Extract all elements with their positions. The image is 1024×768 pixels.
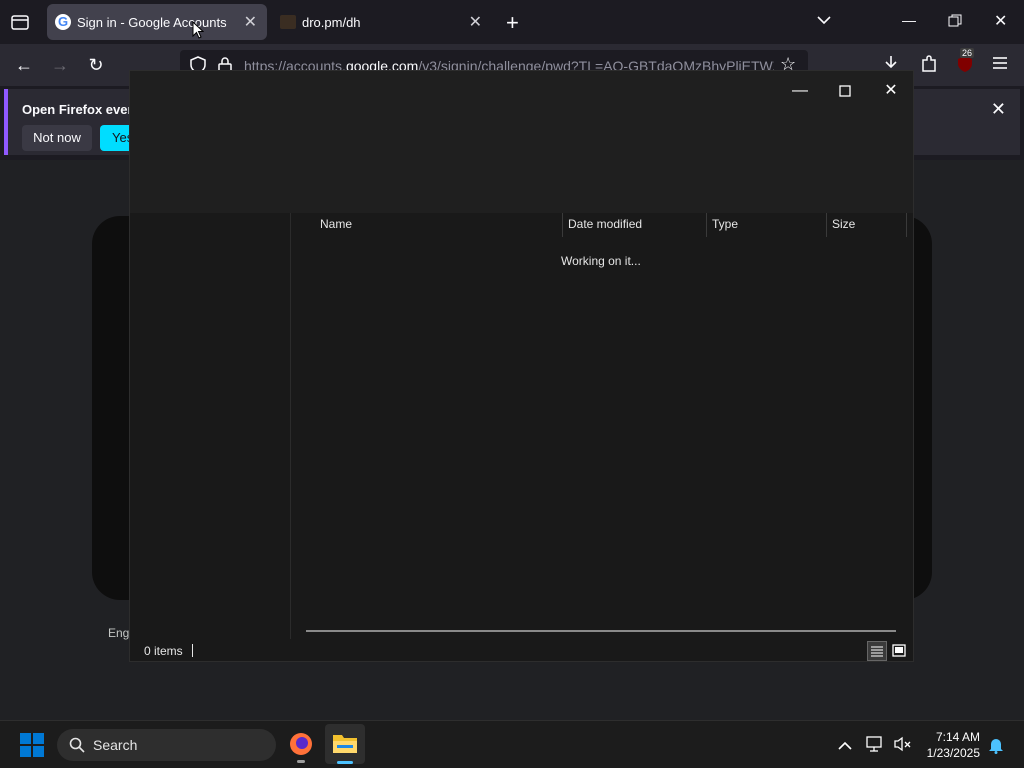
show-hidden-icons-chevron-icon[interactable] bbox=[838, 738, 852, 756]
google-favicon-icon bbox=[55, 14, 71, 30]
details-view-icon[interactable] bbox=[867, 641, 887, 661]
item-count-text: 0 items bbox=[144, 644, 183, 658]
back-arrow-icon[interactable]: ← bbox=[13, 54, 35, 76]
reload-icon[interactable]: ↻ bbox=[85, 54, 107, 76]
mouse-cursor-icon bbox=[192, 20, 205, 44]
column-header-type[interactable]: Type bbox=[712, 217, 738, 231]
restore-window-icon[interactable] bbox=[948, 14, 962, 33]
clock-date: 1/23/2025 bbox=[926, 746, 980, 760]
tab-list-icon[interactable] bbox=[10, 12, 30, 32]
extension-badge: 26 bbox=[960, 48, 975, 58]
taskbar-search-box[interactable]: Search bbox=[57, 729, 276, 761]
column-header-date-modified[interactable]: Date modified bbox=[568, 217, 642, 231]
column-separator[interactable] bbox=[906, 213, 907, 237]
tab-bar: Sign in - Google Accounts ✕ dro.pm/dh ✕ … bbox=[0, 0, 1024, 44]
clock-time: 7:14 AM bbox=[935, 730, 980, 744]
column-header-name[interactable]: Name bbox=[320, 217, 352, 231]
column-separator[interactable] bbox=[826, 213, 827, 237]
menu-hamburger-icon[interactable] bbox=[992, 56, 1008, 75]
explorer-maximize-icon[interactable] bbox=[825, 77, 865, 105]
site-favicon-icon bbox=[280, 15, 296, 29]
taskbar: Search 7:14 AM 1/23/2025 bbox=[0, 720, 1024, 768]
tab-title: Sign in - Google Accounts bbox=[77, 15, 227, 30]
system-clock[interactable]: 7:14 AM 1/23/2025 bbox=[927, 729, 980, 761]
column-separator[interactable] bbox=[706, 213, 707, 237]
close-window-icon[interactable]: ✕ bbox=[994, 11, 1007, 31]
tab-title: dro.pm/dh bbox=[302, 15, 361, 30]
tab-dro-pm[interactable]: dro.pm/dh ✕ bbox=[272, 4, 492, 40]
large-icons-view-icon[interactable] bbox=[889, 641, 909, 661]
column-separator[interactable] bbox=[562, 213, 563, 237]
tab-google-signin[interactable]: Sign in - Google Accounts ✕ bbox=[47, 4, 267, 40]
language-selector[interactable]: Eng bbox=[108, 626, 129, 640]
tab-overflow-chevron-icon[interactable] bbox=[816, 12, 832, 33]
forward-arrow-icon[interactable]: → bbox=[49, 54, 71, 76]
close-tab-icon[interactable]: ✕ bbox=[469, 12, 482, 32]
search-label: Search bbox=[93, 737, 138, 753]
windows-start-icon[interactable] bbox=[20, 733, 44, 762]
running-indicator bbox=[297, 760, 305, 763]
firefox-taskbar-icon[interactable] bbox=[288, 731, 314, 763]
search-icon bbox=[69, 737, 85, 758]
extensions-puzzle-icon[interactable] bbox=[920, 54, 938, 79]
active-indicator bbox=[337, 761, 353, 764]
new-tab-icon[interactable]: + bbox=[506, 10, 519, 36]
volume-muted-icon[interactable] bbox=[894, 736, 912, 757]
close-tab-icon[interactable]: ✕ bbox=[244, 12, 257, 32]
not-now-button[interactable]: Not now bbox=[22, 125, 92, 151]
loading-status-text: Working on it... bbox=[561, 254, 641, 268]
file-explorer-window: — ✕ Name Date modified Type Size Working… bbox=[129, 70, 914, 662]
file-explorer-taskbar-icon[interactable] bbox=[325, 724, 365, 764]
close-notification-icon[interactable]: ✕ bbox=[991, 99, 1006, 120]
explorer-close-icon[interactable]: ✕ bbox=[871, 77, 911, 105]
explorer-minimize-icon[interactable]: — bbox=[780, 77, 820, 105]
horizontal-scrollbar[interactable] bbox=[306, 630, 896, 632]
ublock-icon[interactable]: 26 bbox=[956, 48, 975, 74]
notification-text: Open Firefox every bbox=[22, 102, 140, 117]
minimize-window-icon[interactable]: — bbox=[902, 12, 916, 28]
explorer-header: — ✕ bbox=[130, 71, 913, 213]
column-header-size[interactable]: Size bbox=[832, 217, 855, 231]
navigation-pane[interactable] bbox=[130, 213, 291, 639]
notification-bell-icon[interactable] bbox=[988, 736, 1004, 759]
status-divider bbox=[192, 644, 193, 657]
network-icon[interactable] bbox=[866, 736, 886, 757]
